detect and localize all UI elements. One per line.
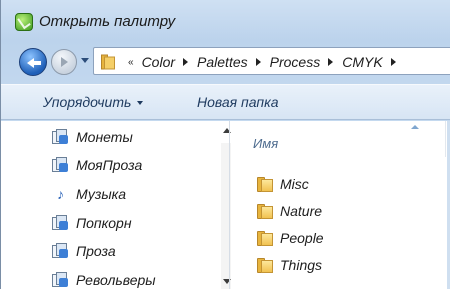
folder-name: People — [280, 230, 324, 246]
library-icon — [51, 272, 69, 288]
overflow-chevron[interactable]: « — [128, 57, 134, 68]
nav-item-label: Музыка — [76, 186, 127, 202]
folder-icon — [257, 257, 273, 273]
organize-button[interactable]: Упорядочить — [43, 94, 144, 110]
organize-label: Упорядочить — [43, 94, 132, 110]
nav-item-label: Монеты — [76, 129, 133, 145]
folder-row-nature[interactable]: Nature — [257, 200, 322, 222]
breadcrumb-process[interactable]: Process — [270, 54, 321, 70]
breadcrumb-separator-icon[interactable] — [390, 58, 396, 66]
new-folder-button[interactable]: Новая папка — [197, 94, 278, 110]
nav-item-label: МояПроза — [76, 157, 143, 173]
breadcrumb-palettes[interactable]: Palettes — [197, 54, 248, 70]
nav-item-prose[interactable]: Проза — [51, 240, 116, 262]
nav-item-coins[interactable]: Монеты — [51, 126, 133, 148]
music-library-icon: ♪ — [57, 186, 64, 202]
folder-icon — [101, 54, 115, 70]
folder-icon — [257, 176, 273, 192]
library-icon — [51, 243, 69, 259]
file-list-pane: Имя Misc Nature People Things — [231, 121, 450, 289]
breadcrumb: « Color Palettes Process CMYK — [124, 53, 405, 71]
pane-divider[interactable] — [229, 121, 230, 289]
library-icon — [51, 215, 69, 231]
forward-button[interactable] — [51, 49, 77, 75]
folder-name: Misc — [280, 176, 309, 192]
folder-row-misc[interactable]: Misc — [257, 173, 309, 195]
navigation-pane: Монеты МояПроза ♪ Музыка Попкорн Проза Р… — [15, 121, 243, 289]
folder-icon — [257, 230, 273, 246]
chevron-down-icon — [137, 101, 144, 105]
nav-item-label: Револьверы — [76, 272, 156, 288]
folder-row-people[interactable]: People — [257, 227, 324, 249]
nav-item-label: Попкорн — [76, 215, 132, 231]
command-toolbar: Упорядочить Новая папка — [1, 84, 450, 120]
sort-ascending-icon — [411, 125, 419, 129]
address-bar[interactable]: « Color Palettes Process CMYK — [93, 47, 450, 75]
new-folder-label: Новая папка — [197, 94, 279, 110]
nav-item-music[interactable]: ♪ Музыка — [51, 183, 126, 205]
nav-item-revolvers[interactable]: Револьверы — [51, 269, 156, 289]
folder-row-things[interactable]: Things — [257, 254, 322, 276]
nav-item-my-prose[interactable]: МояПроза — [51, 154, 142, 176]
nav-item-label: Проза — [76, 243, 116, 259]
app-icon — [15, 13, 33, 31]
nav-item-popcorn[interactable]: Попкорн — [51, 212, 132, 234]
window-title: Открыть палитру — [39, 13, 176, 30]
breadcrumb-color[interactable]: Color — [142, 54, 175, 70]
breadcrumb-separator-icon[interactable] — [183, 58, 189, 66]
folder-name: Things — [280, 257, 323, 273]
content-area: Монеты МояПроза ♪ Музыка Попкорн Проза Р… — [1, 121, 450, 289]
title-bar: Открыть палитру — [1, 0, 450, 40]
open-palette-dialog: Открыть палитру « Color Palettes Process… — [0, 0, 450, 289]
recent-locations-dropdown-icon[interactable] — [81, 58, 89, 63]
navigation-row: « Color Palettes Process CMYK — [1, 44, 450, 78]
breadcrumb-separator-icon[interactable] — [328, 58, 334, 66]
library-icon — [51, 157, 69, 173]
library-icon — [51, 129, 69, 145]
folder-name: Nature — [280, 203, 323, 219]
breadcrumb-cmyk[interactable]: CMYK — [342, 54, 382, 70]
folder-icon — [257, 203, 273, 219]
breadcrumb-separator-icon[interactable] — [255, 58, 261, 66]
column-header-name[interactable]: Имя — [253, 136, 278, 151]
back-button[interactable] — [19, 48, 47, 76]
column-divider[interactable] — [445, 121, 446, 157]
